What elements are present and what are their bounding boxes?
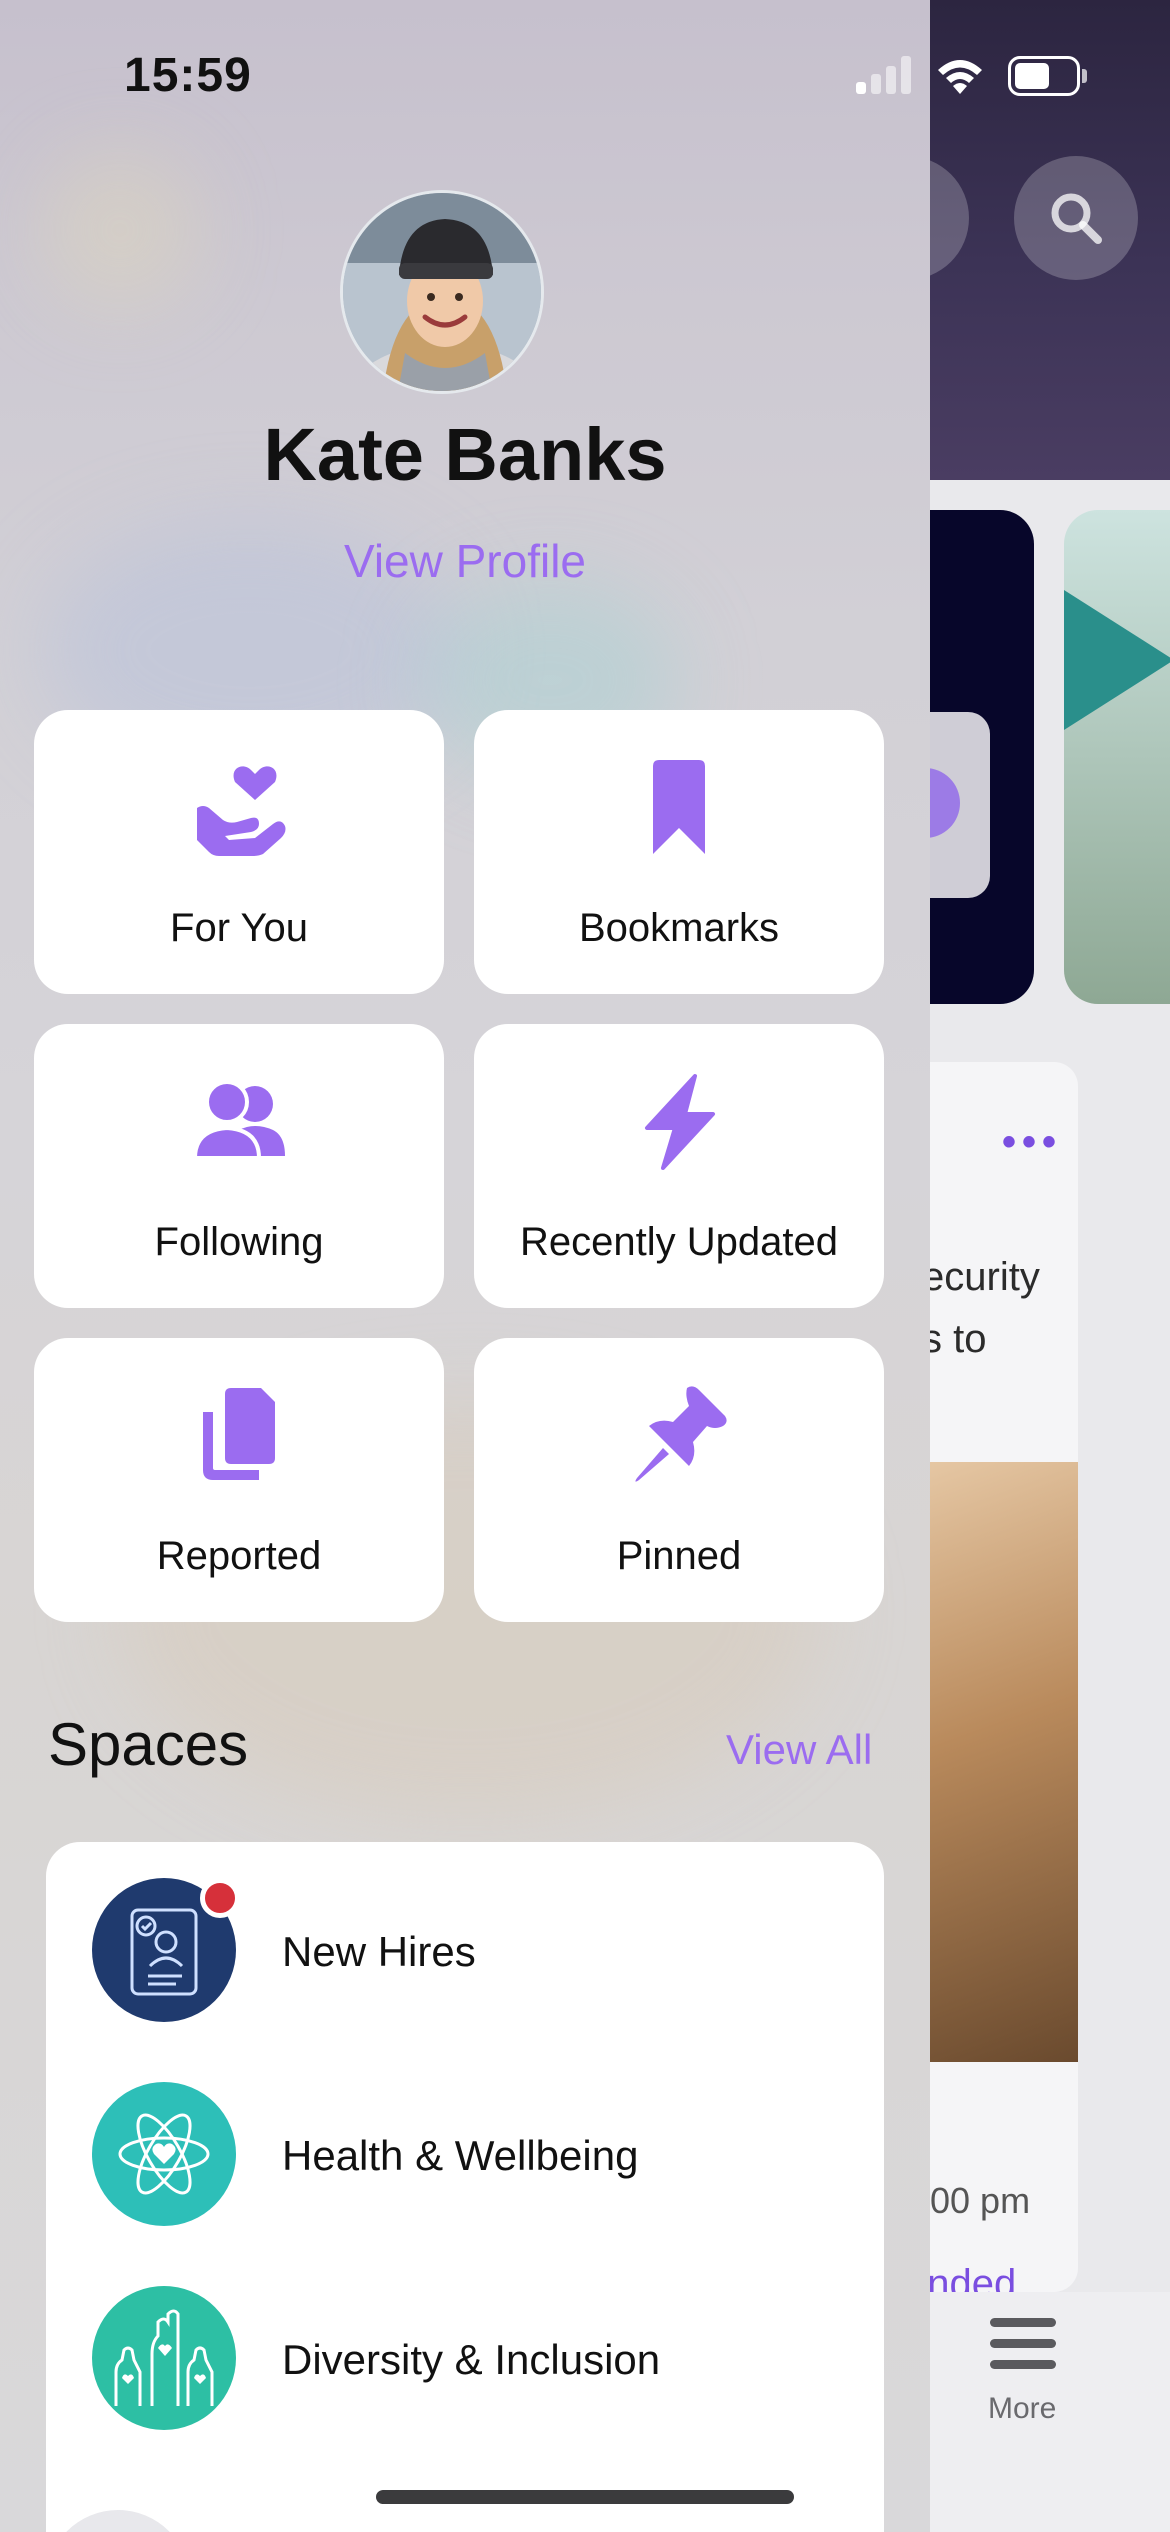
- profile-name: Kate Banks: [263, 413, 667, 496]
- space-label: Diversity & Inclusion: [282, 2336, 661, 2383]
- background-post-time: 00 pm: [930, 2180, 1031, 2221]
- bolt-icon: [645, 1074, 715, 1170]
- cellular-signal-icon: [856, 56, 914, 94]
- space-label: Health & Wellbeing: [282, 2132, 639, 2179]
- tile-for-you[interactable]: For You: [34, 710, 444, 994]
- tile-label: Recently Updated: [520, 1220, 838, 1264]
- tile-following[interactable]: Following: [34, 1024, 444, 1308]
- side-drawer: 15:59 Kate Banks View Profile For You Bo…: [0, 0, 930, 2532]
- pushpin-icon: [635, 1386, 727, 1482]
- space-item-new-hires[interactable]: New Hires: [46, 1842, 884, 2022]
- status-time: 15:59: [124, 49, 252, 102]
- people-icon: [192, 1080, 285, 1160]
- more-options-icon[interactable]: •••: [1002, 1120, 1062, 1165]
- view-profile-link[interactable]: View Profile: [0, 534, 930, 588]
- background-post-text: ecurity: [922, 1255, 1040, 1299]
- wifi-icon: [938, 60, 982, 94]
- tab-more-label[interactable]: More: [988, 2392, 1056, 2426]
- home-indicator: [376, 2490, 794, 2504]
- spaces-heading: Spaces: [48, 1711, 249, 1778]
- tile-label: Reported: [156, 1534, 322, 1578]
- background-post-text: s to: [922, 1317, 987, 1361]
- tile-recently-updated[interactable]: Recently Updated: [474, 1024, 884, 1308]
- space-item-diversity-inclusion[interactable]: Diversity & Inclusion: [46, 2250, 884, 2430]
- tile-pinned[interactable]: Pinned: [474, 1338, 884, 1622]
- background-story-card[interactable]: [1064, 510, 1170, 1004]
- battery-icon: [1008, 56, 1087, 96]
- documents-icon: [203, 1388, 275, 1480]
- menu-icon[interactable]: [990, 2318, 1056, 2381]
- search-icon: [1051, 193, 1102, 244]
- avatar[interactable]: [340, 190, 544, 394]
- tile-label: For You: [170, 906, 308, 950]
- tile-label: Following: [154, 1220, 324, 1264]
- space-label: New Hires: [282, 1928, 476, 1975]
- tile-reported[interactable]: Reported: [34, 1338, 444, 1622]
- space-item-health-wellbeing[interactable]: Health & Wellbeing: [46, 2046, 884, 2226]
- heart-hand-icon: [197, 766, 286, 856]
- view-all-link[interactable]: View All: [726, 1726, 872, 1774]
- atom-heart-icon: [92, 2082, 236, 2226]
- tile-label: Bookmarks: [578, 906, 780, 950]
- tile-bookmarks[interactable]: Bookmarks: [474, 710, 884, 994]
- raised-hands-icon: [92, 2286, 236, 2430]
- bookmark-icon: [653, 760, 705, 854]
- profile-photo: [343, 193, 541, 391]
- spaces-list: New Hires Health & Wellbeing Diversity &…: [46, 1842, 884, 2532]
- tile-label: Pinned: [616, 1534, 742, 1578]
- notification-badge: [200, 1878, 240, 1918]
